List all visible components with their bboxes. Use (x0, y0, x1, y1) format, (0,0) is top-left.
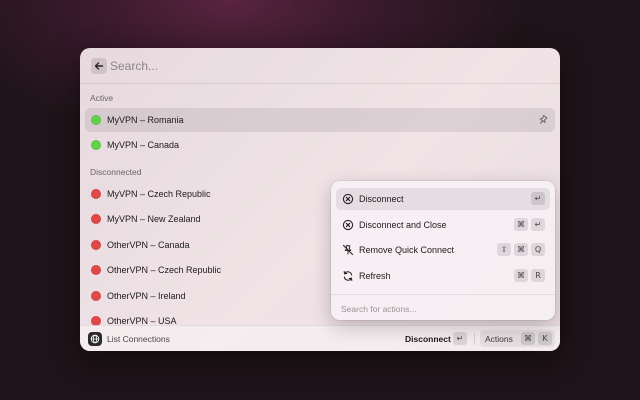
search-input[interactable] (110, 57, 530, 75)
status-dot-disconnected (91, 189, 101, 199)
connection-label: OtherVPN – Canada (107, 240, 190, 250)
action-bar: List Connections Disconnect ↵ Actions ⌘ … (80, 325, 560, 351)
action-label: Remove Quick Connect (359, 245, 455, 255)
status-dot-connected (91, 140, 101, 150)
status-dot-disconnected (91, 265, 101, 275)
connection-label: MyVPN – Canada (107, 140, 180, 150)
command-key: ⌘ (514, 218, 528, 231)
actions-search-input[interactable] (341, 302, 541, 316)
action-label: Refresh (359, 271, 391, 281)
action-label: Disconnect (359, 194, 404, 204)
command-title: List Connections (107, 334, 170, 344)
globe-icon (90, 334, 100, 344)
r-key: R (531, 269, 545, 282)
x-circle-icon (342, 193, 354, 205)
shortcut-hint: ⌘ ↵ (514, 218, 545, 231)
connection-label: MyVPN – Romania (107, 115, 184, 125)
status-dot-disconnected (91, 291, 101, 301)
command-key-hint: ⌘ (521, 332, 535, 345)
action-disconnect-and-close[interactable]: Disconnect and Close ⌘ ↵ (336, 214, 550, 236)
shortcut-hint: ↵ (531, 192, 545, 205)
list-item-connection[interactable]: MyVPN – Canada (85, 133, 555, 157)
x-circle-icon (342, 219, 354, 231)
k-key-hint: K (538, 332, 552, 345)
status-dot-connected (91, 115, 101, 125)
command-key: ⌘ (514, 243, 528, 256)
action-label: Disconnect and Close (359, 220, 447, 230)
arrow-left-icon (94, 62, 104, 70)
pin-slash-icon (342, 244, 354, 256)
action-disconnect[interactable]: Disconnect ↵ (336, 188, 550, 210)
connection-label: MyVPN – Czech Republic (107, 189, 211, 199)
status-dot-disconnected (91, 240, 101, 250)
search-bar (80, 48, 560, 84)
section-heading-active: Active (90, 93, 114, 103)
shortcut-hint: ⌘ R (514, 269, 545, 282)
extension-icon (88, 332, 102, 346)
connection-label: MyVPN – New Zealand (107, 214, 201, 224)
primary-action-button[interactable]: Disconnect (405, 334, 451, 344)
section-heading-disconnected: Disconnected (90, 167, 142, 177)
pin-icon (539, 115, 548, 124)
connection-label: OtherVPN – Czech Republic (107, 265, 222, 275)
actions-button-label: Actions (485, 334, 513, 344)
action-remove-quick-connect[interactable]: Remove Quick Connect ⇧ ⌘ Q (336, 239, 550, 261)
action-refresh[interactable]: Refresh ⌘ R (336, 265, 550, 287)
back-button[interactable] (91, 58, 107, 74)
list-item-connection[interactable]: MyVPN – Romania (85, 108, 555, 132)
enter-key: ↵ (531, 218, 545, 231)
shortcut-hint: ⇧ ⌘ Q (497, 243, 545, 256)
divider (474, 333, 475, 345)
refresh-icon (343, 271, 353, 281)
enter-key: ↵ (531, 192, 545, 205)
actions-menu: Disconnect ↵ Disconnect and Close ⌘ ↵ Re… (331, 181, 555, 320)
connection-label: OtherVPN – Ireland (107, 291, 186, 301)
shift-key: ⇧ (497, 243, 511, 256)
divider (331, 294, 555, 295)
enter-key-hint: ↵ (453, 332, 467, 345)
q-key: Q (531, 243, 545, 256)
command-key: ⌘ (514, 269, 528, 282)
status-dot-disconnected (91, 214, 101, 224)
